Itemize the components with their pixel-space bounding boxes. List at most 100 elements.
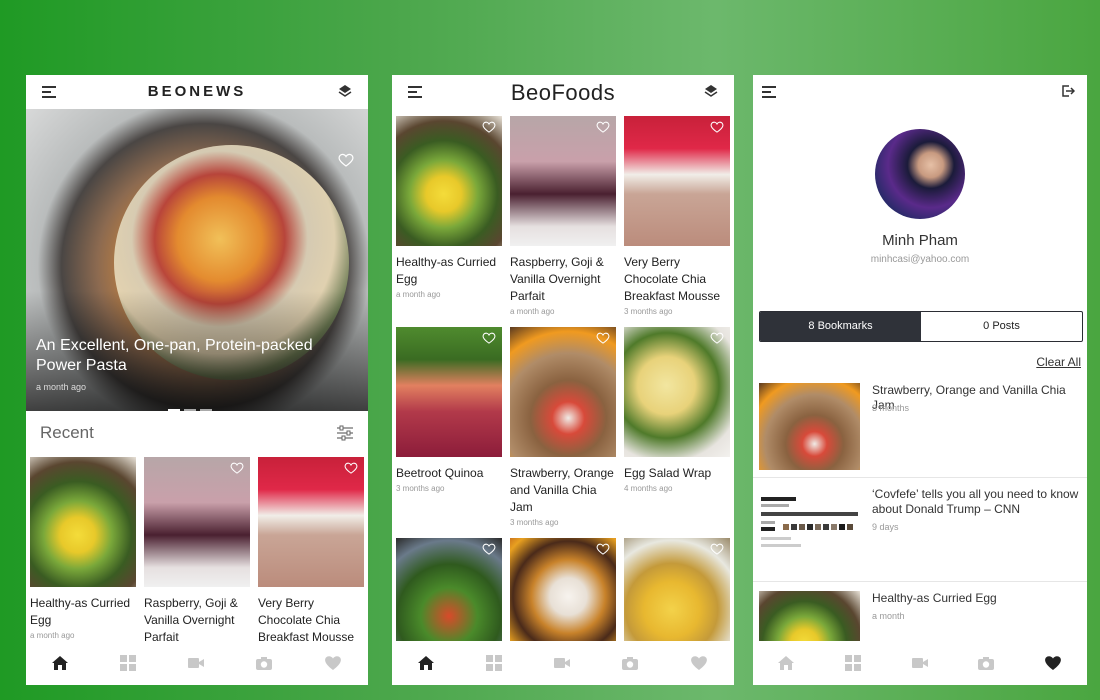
carousel-indicator[interactable] [168,398,216,416]
heart-icon[interactable] [710,332,724,344]
recipe-card[interactable]: Healthy-as Curried Egg a month ago [396,116,502,299]
beofoods-screen: BeoFoods Healthy-as Curried Egg a month … [392,75,734,685]
heart-icon[interactable] [482,121,496,133]
heart-icon[interactable] [482,332,496,344]
recipe-image [396,327,502,457]
section-title: Recent [40,423,94,442]
heart-icon[interactable] [690,654,708,672]
recipe-name: Very Berry Chocolate Chia Breakfast Mous… [624,255,721,303]
avatar[interactable] [875,129,965,219]
camera-icon[interactable] [255,654,273,672]
heart-icon[interactable] [1044,654,1062,672]
bookmark-thumbnail [759,383,860,470]
layers-icon[interactable] [704,84,718,98]
recipe-time: a month ago [510,307,555,316]
recipe-time: a month ago [396,290,441,299]
profile-email: minhcasi@yahoo.com [870,254,970,265]
heart-icon[interactable] [230,462,244,474]
profile-tabs: 8 Bookmarks 0 Posts [759,311,1083,342]
recipe-card[interactable]: Raspberry, Goji & Vanilla Overnight Parf… [144,457,250,646]
heart-icon[interactable] [324,654,342,672]
recipe-time: 4 months ago [624,484,673,493]
tab-bookmarks[interactable]: 8 Bookmarks [760,312,921,341]
app-header: BEONEWS [26,75,368,109]
recipe-card[interactable]: Beetroot Quinoa 3 months ago [396,327,502,493]
heart-icon[interactable] [338,153,354,167]
grid-icon[interactable] [844,654,862,672]
recipe-image [30,457,136,587]
recipe-name: Very Berry Chocolate Chia Breakfast Mous… [258,596,355,644]
tab-bar [392,641,734,685]
layers-icon[interactable] [338,84,352,98]
recipe-image [258,457,364,587]
heart-icon[interactable] [596,332,610,344]
recipe-card[interactable]: Very Berry Chocolate Chia Breakfast Mous… [624,116,730,316]
tweet-preview-graphic [759,487,860,574]
video-icon[interactable] [187,654,205,672]
bookmark-item[interactable]: Strawberry, Orange and Vanilla Chia Jam … [753,373,1087,478]
grid-icon[interactable] [119,654,137,672]
grid-icon[interactable] [485,654,503,672]
home-icon[interactable] [417,654,435,672]
recipe-card[interactable]: Very Berry Chocolate Chia Breakfast Mous… [258,457,364,646]
camera-icon[interactable] [621,654,639,672]
recipe-name: Raspberry, Goji & Vanilla Overnight Parf… [144,596,238,644]
recipe-name: Strawberry, Orange and Vanilla Chia Jam [510,466,614,514]
bookmark-time: 9 days [872,522,899,532]
heart-icon[interactable] [596,121,610,133]
recipe-card[interactable]: Healthy-as Curried Egg a month ago [30,457,136,640]
profile-name: Minh Pham [882,232,958,249]
recipe-image [624,327,730,457]
recipe-name: Healthy-as Curried Egg [396,255,497,286]
recipe-card[interactable]: Strawberry, Orange and Vanilla Chia Jam … [510,327,616,527]
camera-icon[interactable] [977,654,995,672]
home-icon[interactable] [51,654,69,672]
recipe-name: Beetroot Quinoa [396,466,484,480]
recipe-name: Raspberry, Goji & Vanilla Overnight Parf… [510,255,604,303]
recipe-image [624,116,730,246]
app-header [753,75,1087,109]
bookmark-thumbnail [759,487,860,574]
recipe-image [396,116,502,246]
heart-icon[interactable] [710,543,724,555]
featured-article[interactable]: An Excellent, One-pan, Protein-packed Po… [26,109,368,411]
video-icon[interactable] [553,654,571,672]
heart-icon[interactable] [596,543,610,555]
recipe-time: 3 months ago [624,307,673,316]
home-icon[interactable] [777,654,795,672]
video-icon[interactable] [911,654,929,672]
tab-bar [26,641,368,685]
recipe-name: Egg Salad Wrap [624,466,712,480]
beonews-screen: BEONEWS An Excellent, One-pan, Protein-p… [26,75,368,685]
recipe-card[interactable]: Raspberry, Goji & Vanilla Overnight Parf… [510,116,616,316]
recipe-time: 3 months ago [510,518,559,527]
menu-icon[interactable] [762,86,776,98]
bookmark-time: a month [872,611,905,621]
recipe-time: 3 months ago [396,484,445,493]
bookmark-time: 3 months [872,403,910,413]
bookmark-title: ‘Covfefe’ tells you all you need to know… [872,487,1079,516]
recipe-name: Healthy-as Curried Egg [30,596,131,627]
recipe-image [510,116,616,246]
logout-icon[interactable] [1061,84,1075,98]
recipe-image [510,327,616,457]
featured-time: a month ago [36,382,87,392]
app-logo: BEONEWS [147,83,247,100]
heart-icon[interactable] [482,543,496,555]
profile-screen: Minh Pham minhcasi@yahoo.com 8 Bookmarks… [753,75,1087,685]
app-header: BeoFoods [392,75,734,109]
bookmark-title: Healthy-as Curried Egg [872,591,997,605]
recent-section-header: Recent [26,411,368,455]
recipe-card[interactable]: Egg Salad Wrap 4 months ago [624,327,730,493]
heart-icon[interactable] [344,462,358,474]
tab-bar [753,641,1087,685]
featured-title: An Excellent, One-pan, Protein-packed Po… [36,337,313,374]
filter-icon[interactable] [336,425,354,441]
heart-icon[interactable] [710,121,724,133]
tab-posts[interactable]: 0 Posts [921,312,1082,341]
clear-all-link[interactable]: Clear All [1036,355,1081,369]
bookmark-item[interactable]: ‘Covfefe’ tells you all you need to know… [753,477,1087,582]
recipe-image [144,457,250,587]
recipe-time: a month ago [30,631,75,640]
app-logo: BeoFoods [510,80,616,105]
